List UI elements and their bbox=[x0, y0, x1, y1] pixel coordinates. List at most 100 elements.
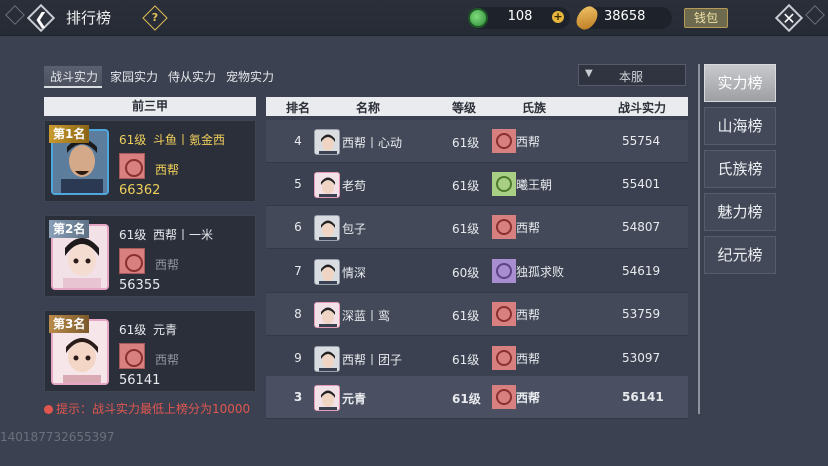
combat-score: 54807 bbox=[622, 220, 661, 234]
clan-name: 西帮 bbox=[155, 353, 180, 367]
player-name: 西帮丨团子 bbox=[342, 353, 403, 367]
player-name: 包子 bbox=[342, 222, 367, 236]
clan-name: 西帮 bbox=[516, 221, 541, 235]
player-level: 61级 bbox=[452, 222, 480, 236]
player-name: 老苟 bbox=[342, 179, 367, 193]
table-row[interactable]: 7 情深 60级 独孤求败 54619 bbox=[266, 250, 688, 293]
server-dropdown[interactable]: ▼ 本服 bbox=[578, 64, 686, 86]
jade-icon bbox=[468, 8, 488, 28]
close-icon: ✕ bbox=[782, 8, 796, 28]
player-level: 61级 bbox=[452, 353, 480, 367]
column-header-name: 名称 bbox=[356, 101, 381, 115]
rank-number: 4 bbox=[294, 134, 302, 148]
add-currency-icon[interactable]: + bbox=[552, 11, 564, 23]
clan-emblem-icon bbox=[492, 172, 516, 196]
close-button[interactable]: ✕ bbox=[774, 3, 804, 33]
table-row[interactable]: 3 元青 61级 西帮 56141 bbox=[266, 376, 688, 419]
player-name: 深蓝丨鸾 bbox=[342, 309, 391, 323]
table-row[interactable]: 5 老苟 61级 曦王朝 55401 bbox=[266, 163, 688, 206]
avatar bbox=[314, 302, 340, 328]
rank-badge: 第2名 bbox=[49, 220, 90, 238]
clan-name: 西帮 bbox=[516, 308, 541, 322]
rank-badge: 第3名 bbox=[49, 315, 90, 333]
clan-emblem-icon bbox=[492, 385, 516, 409]
table-row[interactable]: 6 包子 61级 西帮 54807 bbox=[266, 206, 688, 249]
side-tab-clan-ranking[interactable]: 氏族榜 bbox=[704, 150, 776, 188]
column-header-combat-power: 战斗实力 bbox=[618, 101, 667, 115]
player-name: 元青 bbox=[153, 323, 178, 337]
player-level: 61级 bbox=[119, 133, 147, 147]
player-level: 61级 bbox=[452, 392, 481, 406]
avatar bbox=[314, 172, 340, 198]
watermark-id: 140187732655397 bbox=[0, 430, 115, 444]
player-level: 61级 bbox=[119, 323, 147, 337]
combat-score: 55401 bbox=[622, 177, 661, 191]
avatar bbox=[314, 129, 340, 155]
jade-amount: 108 bbox=[507, 9, 533, 24]
table-row[interactable]: 4 西帮丨心动 61级 西帮 55754 bbox=[266, 120, 688, 163]
rank-number: 8 bbox=[294, 307, 302, 321]
help-button[interactable]: ? bbox=[142, 5, 168, 31]
side-tab-charm-ranking[interactable]: 魅力榜 bbox=[704, 193, 776, 231]
clan-emblem-icon bbox=[492, 302, 516, 326]
chevron-left-icon: ❮ bbox=[34, 8, 48, 28]
avatar bbox=[314, 215, 340, 241]
rank-badge: 第1名 bbox=[49, 125, 90, 143]
side-tab-shanhai-ranking[interactable]: 山海榜 bbox=[704, 107, 776, 145]
table-row[interactable]: 8 深蓝丨鸾 61级 西帮 53759 bbox=[266, 293, 688, 336]
column-header-rank: 排名 bbox=[286, 101, 311, 115]
tab-attendant-power[interactable]: 侍从实力 bbox=[166, 66, 218, 88]
side-tab-divider bbox=[698, 64, 700, 414]
clan-name: 西帮 bbox=[155, 258, 180, 272]
clan-name: 西帮 bbox=[516, 391, 541, 405]
side-tab-power-ranking[interactable]: 实力榜 bbox=[704, 64, 776, 102]
player-name: 情深 bbox=[342, 266, 367, 280]
help-icon: ? bbox=[151, 10, 159, 24]
combat-score: 56141 bbox=[622, 390, 664, 404]
top-card-first[interactable]: 第1名 61级 斗鱼丨氪金西 西帮 66362 bbox=[44, 120, 256, 202]
rank-number: 9 bbox=[294, 351, 302, 365]
server-dropdown-value: 本服 bbox=[619, 70, 644, 84]
page-title: 排行榜 bbox=[66, 9, 112, 27]
clan-emblem-icon bbox=[119, 153, 145, 179]
rank-number: 3 bbox=[293, 390, 303, 404]
player-level: 60级 bbox=[452, 266, 480, 280]
clan-name: 西帮 bbox=[516, 135, 541, 149]
rank-number: 5 bbox=[294, 177, 302, 191]
rank-number: 6 bbox=[294, 220, 302, 234]
top-card-third[interactable]: 第3名 61级 元青 西帮 56141 bbox=[44, 310, 256, 392]
tab-home-power[interactable]: 家园实力 bbox=[108, 66, 160, 88]
hint-message: 提示：战斗实力最低上榜分为10000 bbox=[56, 402, 251, 416]
corner-ornament-icon bbox=[5, 5, 25, 25]
side-tab-era-ranking[interactable]: 纪元榜 bbox=[704, 236, 776, 274]
clan-name: 曦王朝 bbox=[516, 178, 553, 192]
player-name: 斗鱼丨氪金西 bbox=[153, 133, 226, 147]
tab-combat-power[interactable]: 战斗实力 bbox=[44, 66, 103, 88]
combat-score: 53759 bbox=[622, 307, 661, 321]
top-three-header: 前三甲 bbox=[44, 97, 256, 116]
avatar bbox=[314, 346, 340, 372]
avatar bbox=[314, 259, 340, 285]
chevron-down-icon: ▼ bbox=[585, 68, 593, 79]
player-level: 61级 bbox=[452, 309, 480, 323]
player-name: 西帮丨心动 bbox=[342, 136, 403, 150]
clan-emblem-icon bbox=[119, 248, 145, 274]
tab-pet-power[interactable]: 宠物实力 bbox=[224, 66, 276, 88]
clan-emblem-icon bbox=[119, 343, 145, 369]
clan-name: 西帮 bbox=[155, 163, 180, 177]
combat-score: 56141 bbox=[119, 373, 161, 388]
clan-emblem-icon bbox=[492, 215, 516, 239]
coin-amount: 38658 bbox=[604, 9, 646, 24]
player-level: 61级 bbox=[119, 228, 147, 242]
back-button[interactable]: ❮ bbox=[26, 3, 56, 33]
table-row[interactable]: 9 西帮丨团子 61级 西帮 53097 bbox=[266, 337, 688, 380]
clan-emblem-icon bbox=[492, 129, 516, 153]
wallet-button[interactable]: 钱包 bbox=[684, 8, 728, 28]
rank-number: 7 bbox=[294, 264, 302, 278]
top-card-second[interactable]: 第2名 61级 西帮丨一米 西帮 56355 bbox=[44, 215, 256, 297]
clan-name: 西帮 bbox=[516, 352, 541, 366]
player-name: 元青 bbox=[342, 392, 367, 406]
player-level: 61级 bbox=[452, 179, 480, 193]
column-header-level: 等级 bbox=[452, 101, 477, 115]
avatar bbox=[314, 385, 340, 411]
